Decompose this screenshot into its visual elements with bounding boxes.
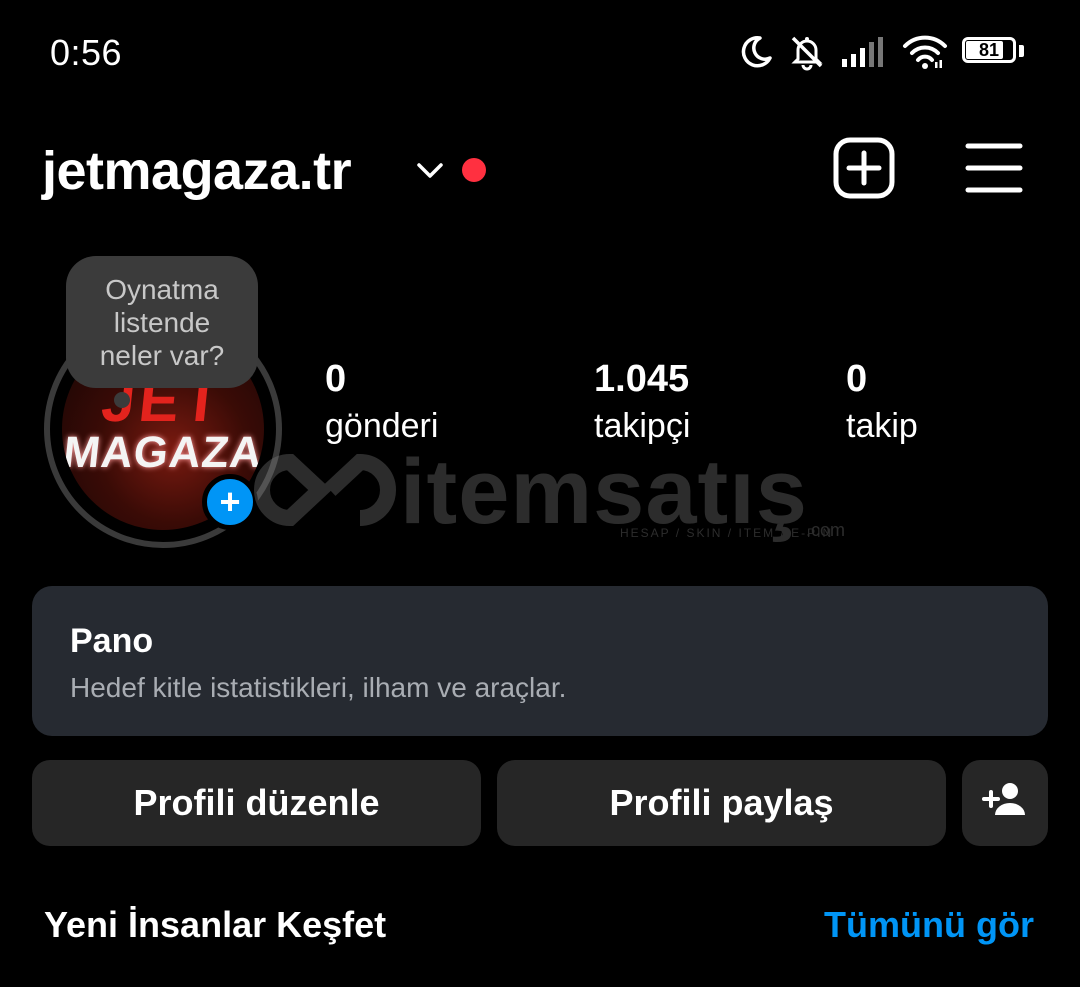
status-bar: 0:56 81 [0, 0, 1080, 104]
new-post-button[interactable] [832, 137, 896, 204]
avatar-logo-line2: MAGAZA [62, 428, 264, 477]
profile-header: jetmagaza.tr [0, 120, 1080, 230]
see-all-link[interactable]: Tümünü gör [824, 904, 1034, 946]
stat-following[interactable]: 0 takip [846, 358, 918, 446]
posts-count: 0 [325, 358, 347, 400]
posts-label: gönderi [325, 407, 439, 445]
battery-icon: 81 [962, 37, 1024, 67]
edit-profile-button[interactable]: Profili düzenle [32, 760, 481, 846]
add-story-button[interactable]: + [202, 474, 258, 530]
discover-people-button[interactable] [962, 760, 1048, 846]
discover-people-title: Yeni İnsanlar Keşfet [44, 904, 387, 945]
stat-followers[interactable]: 1.045 takipçi [594, 358, 690, 446]
share-profile-button[interactable]: Profili paylaş [497, 760, 946, 846]
note-bubble[interactable]: Oynatma listende neler var? [66, 256, 258, 388]
following-count: 0 [846, 358, 868, 400]
note-text: Oynatma listende neler var? [99, 273, 225, 371]
watermark: itemsatış HESAP / SKIN / ITEM / E-PIN .c… [250, 440, 870, 550]
watermark-subtext: HESAP / SKIN / ITEM / E-PIN [620, 526, 834, 540]
moon-icon [738, 34, 774, 70]
notification-dot [462, 158, 486, 182]
signal-icon [840, 35, 888, 69]
status-icons: 81 [738, 30, 1024, 74]
dashboard-subtitle: Hedef kitle istatistikleri, ilham ve ara… [70, 672, 567, 703]
following-label: takip [846, 407, 918, 445]
hamburger-menu-icon [964, 140, 1024, 201]
watermark-text: itemsatış [400, 441, 808, 543]
dashboard-card[interactable]: Pano Hedef kitle istatistikleri, ilham v… [32, 586, 1048, 736]
status-time: 0:56 [50, 32, 123, 73]
battery-percent: 81 [978, 40, 1000, 60]
username-switcher[interactable]: jetmagaza.tr [42, 140, 352, 202]
wifi-icon [902, 34, 948, 70]
followers-label: takipçi [594, 407, 691, 445]
note-bubble-tail [114, 392, 130, 408]
followers-count: 1.045 [594, 358, 690, 400]
plus-icon: + [219, 481, 241, 522]
watermark-suffix: .com [806, 520, 846, 540]
bell-muted-icon [788, 33, 826, 71]
add-user-icon [982, 781, 1028, 826]
dashboard-title: Pano [70, 622, 154, 660]
chevron-down-icon[interactable] [414, 158, 446, 187]
plus-square-icon [833, 137, 895, 204]
stat-posts[interactable]: 0 gönderi [325, 358, 438, 446]
menu-button[interactable] [962, 138, 1026, 202]
